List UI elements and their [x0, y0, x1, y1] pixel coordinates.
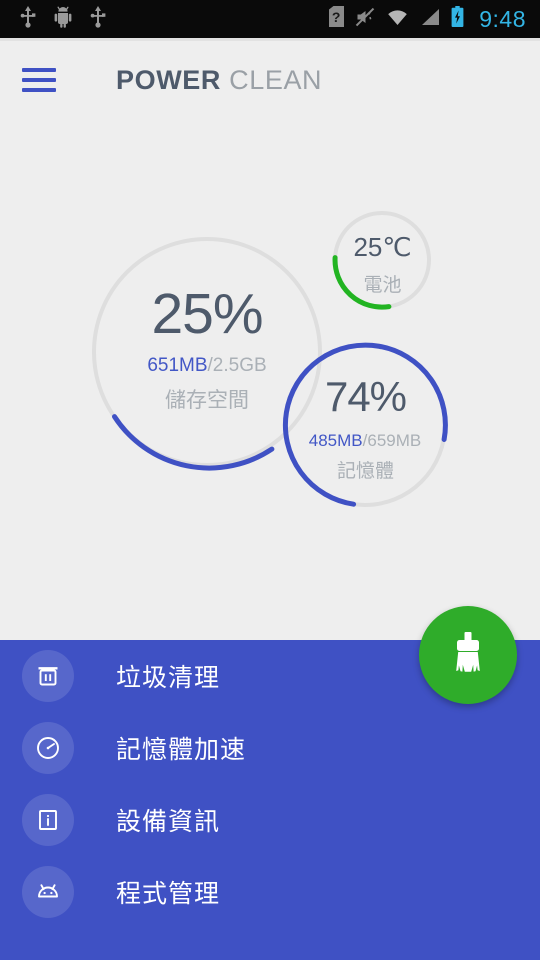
menu-item-device-info[interactable]: 設備資訊 — [0, 784, 540, 856]
dials-svg — [92, 211, 448, 507]
wifi-icon — [386, 8, 409, 31]
status-bar-left-icons — [0, 5, 106, 33]
menu-item-memory-boost[interactable]: 記憶體加速 — [0, 712, 540, 784]
menu-item-label: 設備資訊 — [116, 808, 221, 836]
page-title: POWER CLEAN — [116, 65, 322, 96]
usb-icon — [20, 5, 36, 33]
silent-mode-icon — [355, 7, 375, 32]
svg-text:?: ? — [332, 9, 341, 25]
menu-item-label: 程式管理 — [116, 880, 221, 908]
sim-unknown-icon: ? — [329, 6, 345, 32]
battery-charging-icon — [451, 6, 464, 32]
usb-icon — [90, 5, 106, 33]
hamburger-line — [22, 68, 56, 72]
trash-icon — [22, 650, 74, 702]
storage-arc — [112, 414, 275, 471]
status-bar-clock: 9:48 — [479, 5, 526, 32]
hamburger-line — [22, 78, 56, 82]
android-icon — [22, 866, 74, 918]
app-bar: POWER CLEAN — [0, 41, 540, 119]
app-title-light: CLEAN — [229, 64, 323, 95]
app-root: ? 9:48 POWER CLEAN 25% 651MB/2.5GB 儲存空間 … — [0, 0, 540, 960]
dials-area: 25% 651MB/2.5GB 儲存空間 74% 485MB/659MB 記憶體… — [0, 119, 540, 640]
hamburger-line — [22, 88, 56, 92]
speedometer-icon — [22, 722, 74, 774]
clean-fab-button[interactable] — [419, 606, 517, 704]
status-bar: ? 9:48 — [0, 0, 540, 38]
cell-signal-icon — [420, 8, 440, 31]
broom-clean-icon — [446, 630, 490, 681]
app-title-bold: POWER — [116, 64, 222, 95]
status-bar-right-icons: ? 9:48 — [329, 6, 540, 33]
android-debug-icon — [54, 6, 72, 33]
menu-item-app-manager[interactable]: 程式管理 — [0, 856, 540, 928]
info-icon — [22, 794, 74, 846]
menu-item-label: 垃圾清理 — [116, 664, 221, 692]
battery-arc — [332, 255, 392, 310]
hamburger-menu-icon[interactable] — [22, 68, 56, 92]
menu-item-label: 記憶體加速 — [116, 736, 247, 764]
